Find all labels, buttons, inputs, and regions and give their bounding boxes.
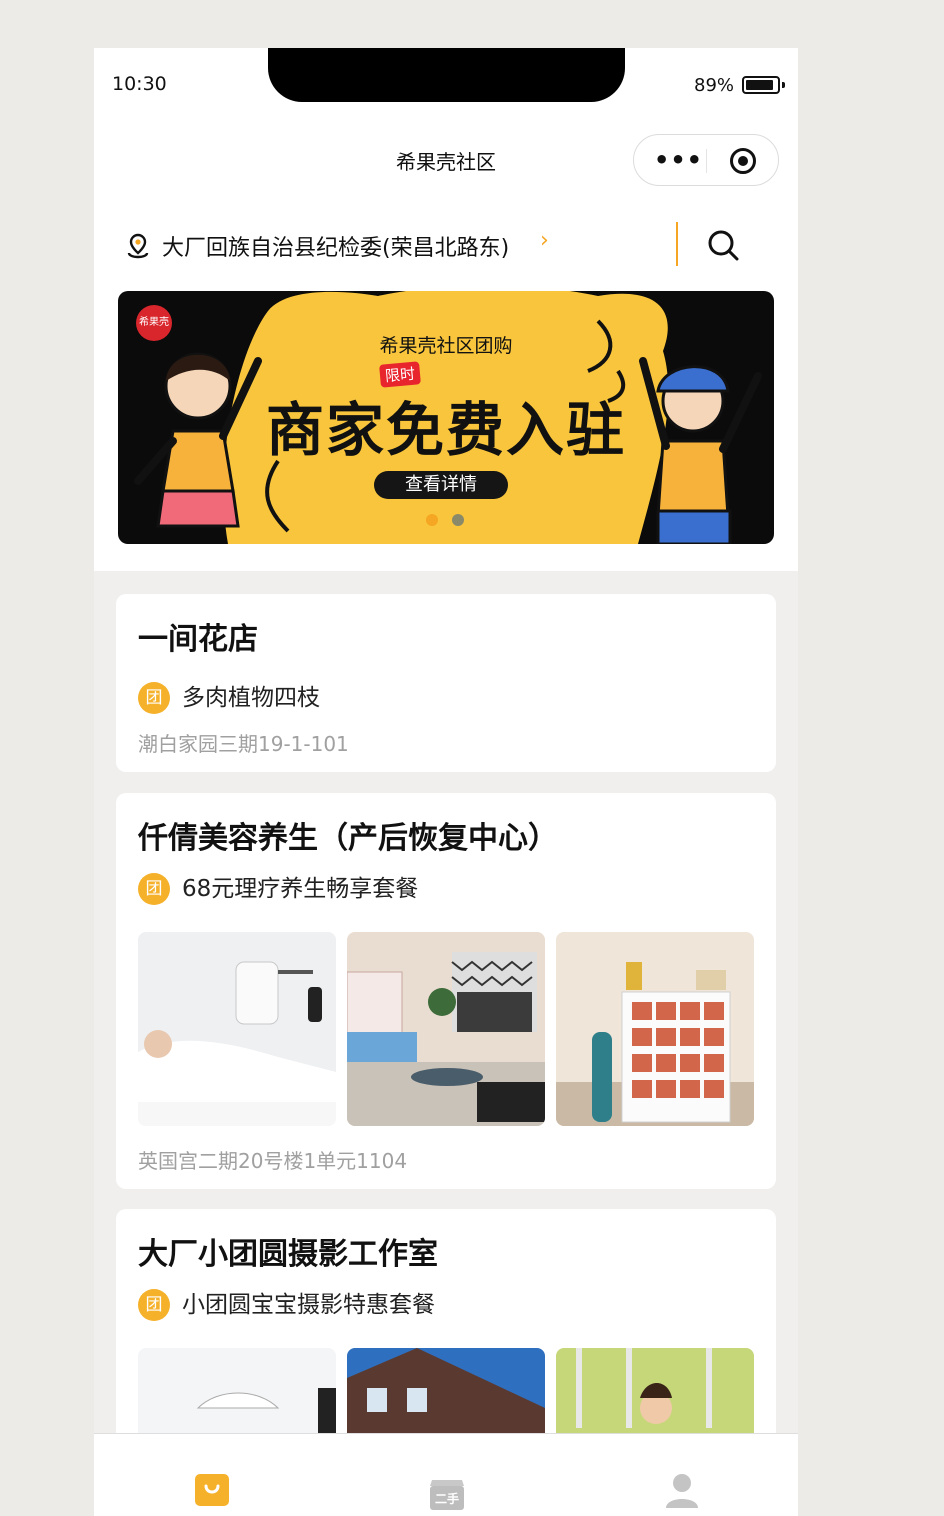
phone-screen: 10:30 89% 希果壳社区 ••• 大厂回族自治县纪检委(荣昌北路东) › [94, 48, 798, 1516]
view-details-button[interactable]: 查看详情 [374, 471, 508, 499]
location-pin-icon [127, 233, 149, 259]
banner-headline: 商家免费入驻 [265, 396, 626, 464]
battery-percent: 89% [694, 75, 735, 96]
promo-banner[interactable]: 希果壳 希果壳社区团购 限时 商家免费入驻 查看详情 [118, 291, 774, 544]
shop-name: 一间花店 [138, 622, 258, 657]
camera-notch [268, 48, 625, 102]
more-dots-icon[interactable]: ••• [654, 148, 703, 172]
second-hand-icon[interactable]: 二手 [426, 1472, 468, 1512]
location-selector[interactable]: 大厂回族自治县纪检委(荣昌北路东) › [124, 226, 764, 266]
shop-photo[interactable] [138, 932, 336, 1126]
shop-photo[interactable] [556, 932, 754, 1126]
user-icon[interactable] [664, 1472, 700, 1510]
shop-photo[interactable] [347, 932, 545, 1126]
shop-name: 仟倩美容养生（产后恢复中心） [138, 821, 558, 856]
shop-card[interactable]: 仟倩美容养生（产后恢复中心） 团 68元理疗养生畅享套餐 英国宫二期20号楼1单… [116, 793, 776, 1189]
battery-fill [746, 80, 773, 90]
group-buy-badge: 团 [138, 873, 170, 905]
shop-card[interactable]: 大厂小团圆摄影工作室 团 小团圆宝宝摄影特惠套餐 [116, 1209, 776, 1516]
search-icon[interactable] [706, 228, 740, 262]
location-text: 大厂回族自治县纪检委(荣昌北路东) [162, 236, 510, 261]
shop-name: 大厂小团圆摄影工作室 [138, 1237, 438, 1272]
deal-title: 68元理疗养生畅享套餐 [182, 876, 419, 902]
status-time: 10:30 [112, 73, 167, 95]
location-divider [676, 222, 678, 266]
shop-address: 潮白家园三期19-1-101 [138, 732, 349, 756]
banner-subtitle: 希果壳社区团购 [379, 335, 513, 357]
mini-program-capsule: ••• [633, 134, 779, 186]
bottom-tab-bar: 二手 [94, 1433, 798, 1516]
group-buy-badge: 团 [138, 1289, 170, 1321]
second-hand-label: 二手 [435, 1491, 459, 1506]
deal-title: 多肉植物四枝 [182, 685, 320, 711]
target-circle-icon[interactable] [730, 148, 756, 174]
deal-title: 小团圆宝宝摄影特惠套餐 [182, 1292, 435, 1318]
shopping-bag-icon[interactable] [194, 1472, 230, 1508]
shop-card[interactable]: 一间花店 团 多肉植物四枝 潮白家园三期19-1-101 [116, 594, 776, 772]
capsule-divider [706, 149, 707, 173]
chevron-right-icon: › [540, 228, 549, 253]
group-buy-badge: 团 [138, 682, 170, 714]
shop-address: 英国宫二期20号楼1单元1104 [138, 1149, 408, 1173]
carousel-dot[interactable] [426, 514, 438, 526]
battery-tip [782, 82, 785, 88]
carousel-dot[interactable] [452, 514, 464, 526]
battery-icon [742, 76, 780, 94]
